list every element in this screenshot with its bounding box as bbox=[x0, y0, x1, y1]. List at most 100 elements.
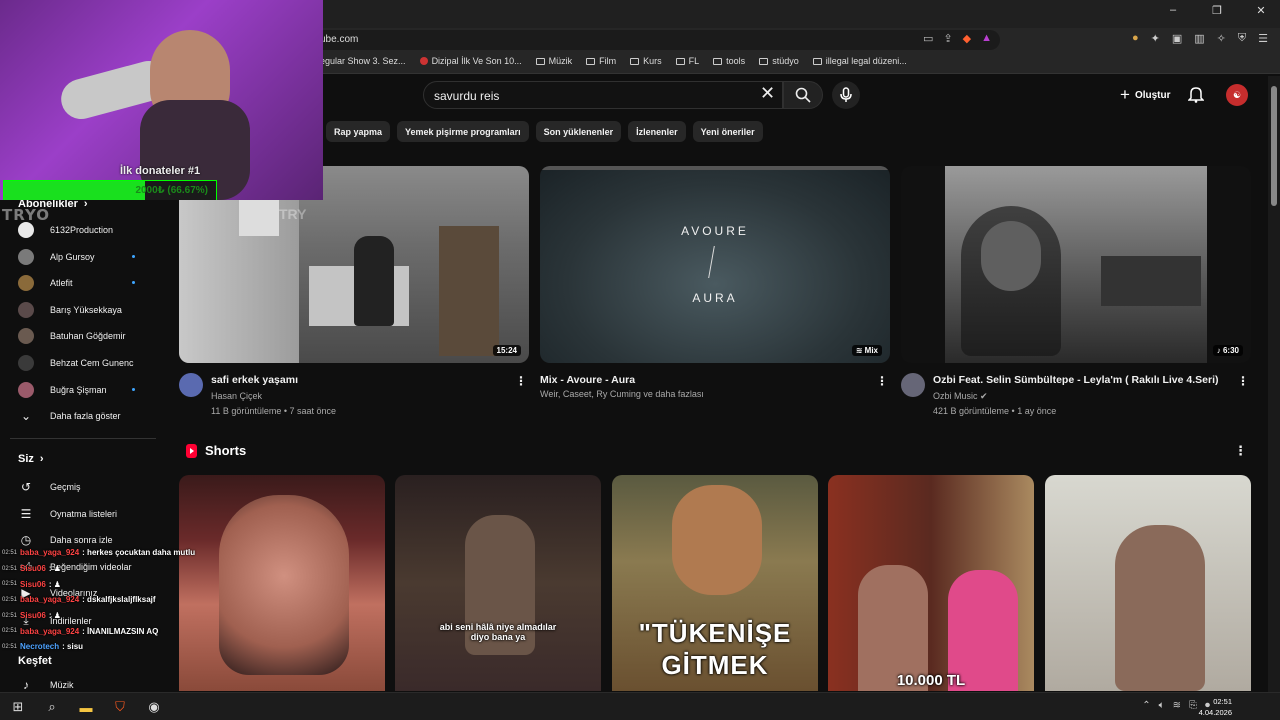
channel-name[interactable]: Hasan Çiçek bbox=[211, 391, 262, 401]
more-options-button[interactable]: ⋮ bbox=[515, 374, 527, 388]
sidebar-icon[interactable]: ▥ bbox=[1194, 32, 1204, 45]
bookmark-item[interactable]: stüdyo bbox=[759, 56, 799, 66]
filter-chip[interactable]: Son yüklenenler bbox=[535, 121, 622, 142]
volume-icon[interactable]: 🔈︎ bbox=[1159, 700, 1165, 711]
plus-icon: + bbox=[1120, 85, 1130, 104]
filter-chip[interactable]: Yeni öneriler bbox=[692, 121, 763, 142]
video-title[interactable]: Mix - Avoure - Aura bbox=[540, 374, 635, 386]
sidebar-subscription-item[interactable]: Barış Yüksekkaya bbox=[18, 301, 158, 318]
stream-watermark: TRYO bbox=[2, 206, 51, 224]
bookmark-item[interactable]: Film bbox=[586, 56, 616, 66]
you-heading[interactable]: Siz › bbox=[18, 453, 44, 465]
close-window-button[interactable]: ✕ bbox=[1250, 4, 1272, 17]
sidebar-item-label: Geçmiş bbox=[50, 482, 81, 492]
filter-chip[interactable]: İzlenenler bbox=[628, 121, 686, 142]
bookmark-item[interactable]: egular Show 3. Sez... bbox=[316, 56, 406, 66]
sidebar-subscription-item[interactable]: Behzat Cem Gunenc bbox=[18, 355, 158, 371]
video-card[interactable]: ♪ 6:30 Ozbi Feat. Selin Sümbültepe - Ley… bbox=[901, 166, 1251, 416]
short-card[interactable]: "TÜKENİŞE GİTMEK bbox=[612, 475, 818, 691]
bookmark-item[interactable]: Müzik bbox=[535, 56, 572, 66]
short-card[interactable] bbox=[179, 475, 385, 691]
clear-search-button[interactable]: ✕ bbox=[760, 84, 775, 102]
show-more-button[interactable]: ⌄ Daha fazla göster bbox=[18, 409, 158, 423]
short-card[interactable]: 10.000 TL bbox=[828, 475, 1034, 691]
wifi-icon[interactable]: ≋ bbox=[1173, 700, 1181, 711]
bookmark-item[interactable]: FL bbox=[675, 56, 699, 66]
mix-label: Mix bbox=[864, 346, 878, 355]
chat-time: 02:51 bbox=[2, 581, 18, 588]
more-options-button[interactable]: ⋮ bbox=[876, 374, 888, 388]
rewards-icon[interactable]: ▲ bbox=[981, 32, 992, 45]
windows-start-icon[interactable]: ⊞ bbox=[8, 697, 28, 717]
cast-icon[interactable]: ▭ bbox=[923, 32, 933, 45]
file-explorer-icon[interactable]: ▬ bbox=[76, 697, 96, 717]
channel-avatar bbox=[18, 355, 34, 371]
scroll-thumb[interactable] bbox=[1271, 86, 1277, 206]
subscription-label: Buğra Şişman bbox=[50, 384, 107, 395]
chat-time: 02:51 bbox=[2, 565, 18, 572]
sidebar-subscription-item[interactable]: 6132Production bbox=[18, 222, 158, 238]
filter-chip[interactable]: Yemek pişirme programları bbox=[397, 121, 529, 142]
notifications-button[interactable] bbox=[1187, 86, 1205, 106]
chat-username: Necrotech bbox=[20, 642, 60, 652]
filter-chip[interactable]: Rap yapma bbox=[326, 121, 391, 142]
page-scrollbar[interactable] bbox=[1268, 76, 1280, 692]
sidebar-subscription-item[interactable]: Batuhan Göğdemir bbox=[18, 328, 158, 345]
channel-avatar[interactable] bbox=[901, 373, 925, 397]
chat-username: Sisu06 bbox=[20, 611, 46, 621]
video-thumbnail[interactable]: ♪ 6:30 bbox=[901, 166, 1251, 363]
extensions-icon[interactable]: ✦ bbox=[1151, 32, 1160, 45]
usb-icon[interactable]: ⎘ bbox=[1189, 700, 1197, 711]
taskbar-clock[interactable]: 02:51 4.04.2026 bbox=[1199, 696, 1232, 718]
sidebar-item[interactable]: ♪ Müzik bbox=[18, 678, 158, 692]
bookmark-item[interactable]: Kurs bbox=[630, 56, 662, 66]
menu-icon[interactable]: ☰ bbox=[1258, 32, 1268, 45]
account-avatar[interactable]: ☯ bbox=[1226, 84, 1248, 106]
vpn-icon[interactable]: ⛨ bbox=[1238, 32, 1246, 45]
video-card[interactable]: AVOURE AURA ≋ Mix Mix - Avoure - Aura We… bbox=[540, 166, 890, 399]
video-title[interactable]: Ozbi Feat. Selin Sümbültepe - Leyla'm ( … bbox=[933, 374, 1219, 386]
short-card[interactable] bbox=[1045, 475, 1251, 691]
video-thumbnail[interactable]: AVOURE AURA ≋ Mix bbox=[540, 166, 890, 363]
explore-label: Keşfet bbox=[18, 655, 52, 667]
bookmark-item[interactable]: tools bbox=[713, 56, 745, 66]
short-card[interactable]: abi seni hâlâ niye almadılar diyo bana y… bbox=[395, 475, 601, 691]
voice-search-button[interactable] bbox=[832, 81, 860, 109]
obs-icon[interactable]: ◉ bbox=[144, 697, 164, 717]
search-icon[interactable]: ⌕ bbox=[42, 697, 62, 717]
search-button[interactable] bbox=[783, 81, 823, 109]
cookie-icon[interactable]: ● bbox=[1132, 32, 1139, 45]
sidebar-item[interactable]: ☰ Oynatma listeleri bbox=[18, 507, 158, 521]
subscription-label: Atlefit bbox=[50, 278, 73, 289]
channel-name[interactable]: Weir, Caseet, Ry Cuming ve daha fazlası bbox=[540, 389, 704, 399]
subscription-label: Barış Yüksekkaya bbox=[50, 304, 122, 315]
sidebar-subscription-item[interactable]: Buğra Şişman bbox=[18, 381, 158, 398]
bookmark-item[interactable]: illegal legal düzeni... bbox=[812, 56, 907, 66]
new-content-dot bbox=[132, 387, 135, 391]
share-icon[interactable]: ⇪ bbox=[943, 32, 952, 45]
site-icon bbox=[419, 57, 428, 65]
channel-avatar[interactable] bbox=[179, 373, 203, 397]
sidebar-item[interactable]: ↺ Geçmiş bbox=[18, 480, 158, 494]
tab-icon[interactable]: ▣ bbox=[1172, 32, 1182, 45]
bookmark-item[interactable]: Dizipal İlk Ve Son 10... bbox=[419, 56, 522, 66]
create-button[interactable]: + Oluştur bbox=[1112, 82, 1179, 108]
clock-time: 02:51 bbox=[1213, 697, 1232, 706]
chat-text: : dskalfjkslaljflksajf bbox=[82, 595, 156, 605]
channel-name[interactable]: Ozbi Music ✔ bbox=[933, 391, 988, 402]
minimize-button[interactable]: – bbox=[1162, 4, 1184, 17]
video-title[interactable]: safi erkek yaşamı bbox=[211, 374, 298, 386]
ai-icon[interactable]: ✧ bbox=[1217, 32, 1226, 45]
sidebar-subscription-item[interactable]: Atlefit bbox=[18, 275, 158, 292]
more-options-button[interactable]: ⋮ bbox=[1237, 374, 1249, 388]
url-field[interactable]: ube.com ▭ ⇪ ◆ ▲ bbox=[300, 30, 1000, 50]
folder-icon bbox=[675, 57, 685, 65]
sidebar-subscription-item[interactable]: Alp Gursoy bbox=[18, 248, 158, 265]
chat-username: Sisu06 bbox=[20, 564, 46, 574]
brave-shield-icon[interactable]: ◆ bbox=[963, 32, 971, 45]
shorts-more-button[interactable]: ⋮ bbox=[1234, 443, 1247, 459]
tray-chevron-icon[interactable]: ⌃ bbox=[1142, 700, 1150, 711]
brave-browser-icon[interactable]: ⛉ bbox=[110, 697, 130, 717]
restore-button[interactable]: ❐ bbox=[1206, 4, 1228, 17]
search-input[interactable] bbox=[434, 89, 754, 103]
